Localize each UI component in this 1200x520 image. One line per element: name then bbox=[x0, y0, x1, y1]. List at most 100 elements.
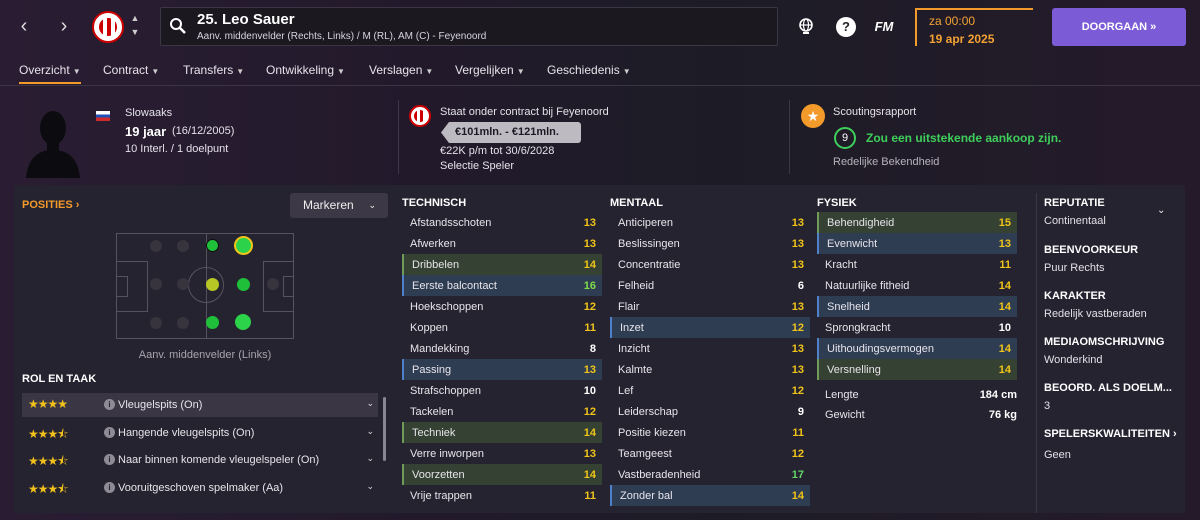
chevron-down-icon[interactable]: ⌄ bbox=[366, 398, 374, 409]
date-day: 19 apr 2025 bbox=[929, 32, 995, 46]
position-dot-selected[interactable] bbox=[234, 236, 253, 255]
attribute-row[interactable]: Positie kiezen 11 bbox=[610, 422, 810, 443]
attribute-row[interactable]: Vastberadenheid 17 bbox=[610, 464, 810, 485]
fm-menu-button[interactable]: FM bbox=[874, 17, 894, 37]
attribute-row[interactable]: Inzet 12 bbox=[610, 317, 810, 338]
physical-title: FYSIEK bbox=[817, 197, 857, 209]
contract-title[interactable]: Staat onder contract bij Feyenoord bbox=[440, 106, 609, 118]
attribute-row[interactable]: Beslissingen 13 bbox=[610, 233, 810, 254]
position-dot bbox=[150, 278, 162, 290]
positions-link[interactable]: POSITIES › bbox=[22, 199, 79, 211]
attribute-name: Verre inworpen bbox=[410, 448, 484, 460]
position-dot bbox=[150, 240, 162, 252]
attribute-row[interactable]: Koppen 11 bbox=[402, 317, 602, 338]
scout-report-title[interactable]: Scoutingsrapport bbox=[833, 106, 916, 118]
attribute-row[interactable]: Uithoudingsvermogen 14 bbox=[817, 338, 1017, 359]
attribute-row[interactable]: Passing 13 bbox=[402, 359, 602, 380]
position-dot-natural bbox=[237, 278, 250, 291]
position-dot bbox=[177, 317, 189, 329]
attribute-row[interactable]: Kracht 11 bbox=[817, 254, 1017, 275]
weight-value: 76 kg bbox=[988, 409, 1017, 421]
attribute-row[interactable]: Behendigheid 15 bbox=[817, 212, 1017, 233]
attribute-row[interactable]: Mandekking 8 bbox=[402, 338, 602, 359]
role-row[interactable]: ★★★⯪ i Hangende vleugelspits (On) ⌄ bbox=[22, 421, 378, 445]
chevron-down-icon[interactable]: ⌄ bbox=[1157, 205, 1165, 216]
attribute-row[interactable]: Zonder bal 14 bbox=[610, 485, 810, 506]
attribute-row[interactable]: Lef 12 bbox=[610, 380, 810, 401]
player-search-box[interactable]: 25. Leo Sauer Aanv. middenvelder (Rechts… bbox=[160, 7, 778, 46]
attribute-row[interactable]: Techniek 14 bbox=[402, 422, 602, 443]
roles-title: ROL EN TAAK bbox=[22, 373, 97, 385]
back-arrow-icon[interactable]: ‹ bbox=[12, 14, 36, 38]
preferred-foot-title: BEENVOORKEUR bbox=[1044, 244, 1139, 256]
tab-geschiedenis[interactable]: Geschiedenis ▼ bbox=[547, 63, 631, 77]
international-caps[interactable]: 10 Interl. / 1 doelpunt bbox=[125, 143, 228, 155]
attribute-row[interactable]: Hoekschoppen 12 bbox=[402, 296, 602, 317]
attribute-row[interactable]: Concentratie 13 bbox=[610, 254, 810, 275]
attribute-value: 10 bbox=[583, 385, 596, 397]
chevron-down-icon: ▼ bbox=[516, 67, 525, 76]
reputation-title: REPUTATIE bbox=[1044, 197, 1105, 209]
attribute-name: Anticiperen bbox=[618, 217, 674, 229]
attribute-row[interactable]: Leiderschap 9 bbox=[610, 401, 810, 422]
attribute-row[interactable]: Anticiperen 13 bbox=[610, 212, 810, 233]
chevron-down-icon[interactable]: ⌄ bbox=[366, 453, 374, 464]
globe-icon[interactable] bbox=[796, 17, 816, 37]
mark-dropdown[interactable]: Markeren ⌄ bbox=[290, 193, 388, 218]
attribute-row[interactable]: Strafschoppen 10 bbox=[402, 380, 602, 401]
attribute-row[interactable]: Flair 13 bbox=[610, 296, 810, 317]
attribute-row[interactable]: Natuurlijke fitheid 14 bbox=[817, 275, 1017, 296]
attribute-row[interactable]: Verre inworpen 13 bbox=[402, 443, 602, 464]
tab-overzicht[interactable]: Overzicht ▼ bbox=[19, 63, 81, 84]
attribute-value: 14 bbox=[583, 427, 596, 439]
attribute-value: 15 bbox=[998, 217, 1011, 229]
tab-ontwikkeling[interactable]: Ontwikkeling ▼ bbox=[266, 63, 345, 77]
age: 19 jaar bbox=[125, 124, 167, 139]
chevron-down-icon: ⌄ bbox=[368, 200, 376, 210]
attribute-row[interactable]: Afstandsschoten 13 bbox=[402, 212, 602, 233]
club-badge-icon[interactable] bbox=[92, 11, 124, 43]
tab-contract[interactable]: Contract ▼ bbox=[103, 63, 159, 77]
attribute-row[interactable]: Eerste balcontact 16 bbox=[402, 275, 602, 296]
tab-transfers[interactable]: Transfers ▼ bbox=[183, 63, 244, 77]
attribute-name: Inzicht bbox=[618, 343, 650, 355]
attribute-name: Afstandsschoten bbox=[410, 217, 492, 229]
info-icon[interactable]: i bbox=[104, 454, 115, 465]
attribute-row[interactable]: Voorzetten 14 bbox=[402, 464, 602, 485]
role-row[interactable]: ★★★⯪ i Vooruitgeschoven spelmaker (Aa) ⌄ bbox=[22, 476, 378, 500]
attribute-row[interactable]: Sprongkracht 10 bbox=[817, 317, 1017, 338]
attribute-row[interactable]: Evenwicht 13 bbox=[817, 233, 1017, 254]
attribute-row[interactable]: Teamgeest 12 bbox=[610, 443, 810, 464]
forward-arrow-icon[interactable]: › bbox=[52, 14, 76, 38]
attribute-row[interactable]: Tackelen 12 bbox=[402, 401, 602, 422]
player-traits-title[interactable]: SPELERSKWALITEITEN › bbox=[1044, 428, 1177, 440]
info-icon[interactable]: i bbox=[104, 427, 115, 438]
role-row[interactable]: ★★★★ i Vleugelspits (On) ⌄ bbox=[22, 393, 378, 417]
role-row[interactable]: ★★★⯪ i Naar binnen komende vleugelspeler… bbox=[22, 448, 378, 472]
tab-vergelijken[interactable]: Vergelijken ▼ bbox=[455, 63, 525, 77]
attribute-row[interactable]: Snelheid 14 bbox=[817, 296, 1017, 317]
info-icon[interactable]: i bbox=[104, 399, 115, 410]
info-icon[interactable]: i bbox=[104, 482, 115, 493]
media-description-value: Wonderkind bbox=[1044, 354, 1103, 366]
attribute-row[interactable]: Felheid 6 bbox=[610, 275, 810, 296]
attribute-value: 13 bbox=[583, 448, 596, 460]
attribute-value: 13 bbox=[791, 301, 804, 313]
attribute-row[interactable]: Afwerken 13 bbox=[402, 233, 602, 254]
club-badge-icon[interactable] bbox=[409, 105, 431, 127]
attribute-row[interactable]: Versnelling 14 bbox=[817, 359, 1017, 380]
attribute-value: 10 bbox=[998, 322, 1011, 334]
chevron-down-icon[interactable]: ⌄ bbox=[366, 426, 374, 437]
attribute-row[interactable]: Dribbelen 14 bbox=[402, 254, 602, 275]
chevron-down-icon: ▼ bbox=[151, 67, 160, 76]
attribute-row[interactable]: Vrije trappen 11 bbox=[402, 485, 602, 506]
chevron-down-icon[interactable]: ⌄ bbox=[366, 481, 374, 492]
club-switch-arrows-icon[interactable]: ▲ ▼ bbox=[130, 11, 140, 39]
help-icon[interactable]: ? bbox=[836, 17, 856, 37]
roles-scrollbar[interactable] bbox=[383, 397, 386, 461]
attribute-row[interactable]: Inzicht 13 bbox=[610, 338, 810, 359]
attribute-row[interactable]: Kalmte 13 bbox=[610, 359, 810, 380]
attribute-name: Felheid bbox=[618, 280, 655, 292]
continue-button[interactable]: DOORGAAN » bbox=[1052, 8, 1186, 46]
tab-verslagen[interactable]: Verslagen ▼ bbox=[369, 63, 433, 77]
